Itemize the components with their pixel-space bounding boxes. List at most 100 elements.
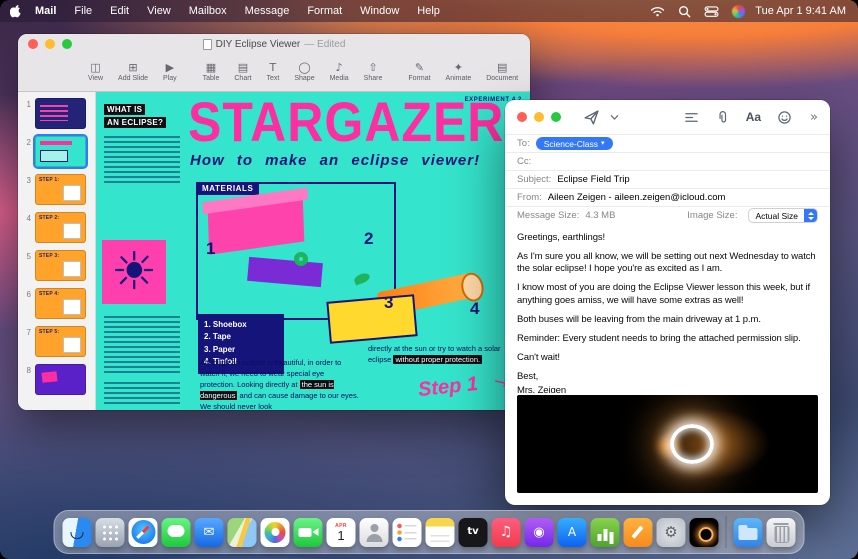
media-button[interactable]: ♪Media <box>330 62 349 82</box>
header-fields-icon[interactable] <box>684 110 699 125</box>
dock-icon-downloads[interactable] <box>734 518 763 547</box>
menu-bar-clock[interactable]: Tue Apr 1 9:41 AM <box>755 5 846 17</box>
zoom-button[interactable] <box>551 112 561 122</box>
dock-icon-facetime[interactable] <box>294 518 323 547</box>
dock-icon-settings[interactable]: ⚙ <box>657 518 686 547</box>
message-body-editor[interactable]: Greetings, earthlings! As I'm sure you a… <box>505 224 830 393</box>
dock-icon-eclipse-photo[interactable] <box>690 518 719 547</box>
music-note-icon: ♫ <box>500 525 513 539</box>
body-text-block[interactable] <box>104 316 180 374</box>
apple-menu[interactable] <box>10 4 22 18</box>
slide-title[interactable]: STARGAZERS <box>188 94 530 150</box>
chart-button[interactable]: ▤Chart <box>234 62 251 82</box>
table-button[interactable]: ▦Table <box>203 62 220 82</box>
slide-subtitle[interactable]: How to make an eclipse viewer! <box>190 152 480 169</box>
dock-icon-safari[interactable] <box>129 518 158 547</box>
menu-item-help[interactable]: Help <box>408 0 449 22</box>
callout-number-1[interactable]: 1 <box>206 240 215 257</box>
dock-icon-reminders[interactable] <box>393 518 422 547</box>
minimize-button[interactable] <box>534 112 544 122</box>
slide-thumbnail-3[interactable]: STEP 1: <box>35 174 86 205</box>
siri-icon[interactable] <box>732 5 745 18</box>
dock-icon-numbers[interactable] <box>591 518 620 547</box>
dock-icon-launchpad[interactable] <box>96 518 125 547</box>
eclipse-photo-attachment[interactable] <box>517 395 818 493</box>
animate-button[interactable]: ✦Animate <box>446 62 472 82</box>
whatis-heading[interactable]: WHAT IS AN ECLIPSE? <box>104 104 166 128</box>
tape-illustration[interactable] <box>294 252 308 266</box>
slide-thumbnail-8[interactable] <box>35 364 86 395</box>
minimize-button[interactable] <box>45 39 55 49</box>
share-button[interactable]: ⇧Share <box>364 62 383 82</box>
menu-item-format[interactable]: Format <box>298 0 351 22</box>
safety-paragraph-left[interactable]: Although an eclipse is beautiful, in ord… <box>200 358 360 410</box>
add-slide-button[interactable]: ⊞Add Slide <box>118 62 148 82</box>
dock-icon-maps[interactable] <box>228 518 257 547</box>
shape-button[interactable]: ◯Shape <box>294 62 314 82</box>
view-button[interactable]: ◫View <box>88 62 103 82</box>
dock-icon-mail[interactable]: ✉ <box>195 518 224 547</box>
from-field[interactable]: From: Aileen Zeigen - aileen.zeigen@iclo… <box>505 188 830 206</box>
dock-icon-app-store[interactable]: A <box>558 518 587 547</box>
dock-icon-trash[interactable] <box>767 518 796 547</box>
callout-number-3[interactable]: 3 <box>384 294 393 311</box>
step1-annotation[interactable]: Step 1 <box>417 373 479 402</box>
body-text-block[interactable] <box>104 382 180 406</box>
callout-number-2[interactable]: 2 <box>364 230 373 247</box>
attach-icon[interactable] <box>715 110 730 125</box>
dock-icon-notes[interactable] <box>426 518 455 547</box>
paper-illustration[interactable] <box>326 294 417 344</box>
menu-item-window[interactable]: Window <box>351 0 408 22</box>
subject-field[interactable]: Subject: Eclipse Field Trip <box>505 170 830 188</box>
slide-thumbnail-2-selected[interactable] <box>35 136 86 167</box>
dock-icon-contacts[interactable] <box>360 518 389 547</box>
menu-item-mail[interactable]: Mail <box>26 0 65 22</box>
text-button[interactable]: TText <box>267 62 280 82</box>
wifi-icon[interactable] <box>650 6 665 17</box>
slide-thumbnail-5[interactable]: STEP 3: <box>35 250 86 281</box>
menu-bar-status <box>650 5 745 18</box>
dock-icon-photos[interactable] <box>261 518 290 547</box>
slide-canvas[interactable]: EXPERIMENT 4.2 WHAT IS AN ECLIPSE? ☀ STA… <box>96 92 530 410</box>
document-button[interactable]: ▤Document <box>486 62 518 82</box>
control-center-icon[interactable] <box>704 6 719 17</box>
slide-thumbnail-1[interactable] <box>35 98 86 129</box>
to-field[interactable]: To: Science-Class▾ <box>505 134 830 152</box>
safety-paragraph-right[interactable]: directly at the sun or try to watch a so… <box>368 344 518 366</box>
body-text-block[interactable] <box>104 136 180 186</box>
mail-toolbar: Aa » <box>505 100 830 134</box>
close-button[interactable] <box>517 112 527 122</box>
sun-illustration[interactable]: ☀ <box>102 240 166 304</box>
format-button[interactable]: ✎Format <box>408 62 430 82</box>
menu-item-edit[interactable]: Edit <box>101 0 138 22</box>
menu-item-file[interactable]: File <box>65 0 101 22</box>
dock-icon-music[interactable]: ♫ <box>492 518 521 547</box>
toolbar-overflow-chevrons[interactable]: » <box>810 110 818 125</box>
callout-number-4[interactable]: 4 <box>470 300 479 317</box>
send-button[interactable] <box>583 109 600 126</box>
chevron-down-icon[interactable] <box>610 113 619 122</box>
menu-item-message[interactable]: Message <box>236 0 299 22</box>
dock-icon-podcasts[interactable]: ◉ <box>525 518 554 547</box>
search-icon[interactable] <box>678 5 691 18</box>
format-button[interactable]: Aa <box>746 110 761 124</box>
image-size-select[interactable]: Actual Size <box>748 208 818 223</box>
menu-item-view[interactable]: View <box>138 0 180 22</box>
slide-thumbnail-6[interactable]: STEP 4: <box>35 288 86 319</box>
close-button[interactable] <box>28 39 38 49</box>
play-button[interactable]: ▶Play <box>163 62 177 82</box>
dock-icon-calendar[interactable]: APR 1 <box>327 518 356 547</box>
zoom-button[interactable] <box>62 39 72 49</box>
dock-icon-finder[interactable] <box>63 518 92 547</box>
body-paragraph: Mrs. Zeigen <box>517 385 818 393</box>
mail-toolbar-right: Aa » <box>684 110 818 125</box>
slide-thumbnail-7[interactable]: STEP 5: <box>35 326 86 357</box>
emoji-icon[interactable] <box>777 110 792 125</box>
cc-field[interactable]: Cc: <box>505 152 830 170</box>
menu-item-mailbox[interactable]: Mailbox <box>180 0 236 22</box>
dock-icon-messages[interactable] <box>162 518 191 547</box>
slide-thumbnail-4[interactable]: STEP 2: <box>35 212 86 243</box>
dock-icon-tv[interactable]: tv <box>459 518 488 547</box>
dock-icon-pages[interactable] <box>624 518 653 547</box>
recipient-token[interactable]: Science-Class▾ <box>536 137 613 150</box>
